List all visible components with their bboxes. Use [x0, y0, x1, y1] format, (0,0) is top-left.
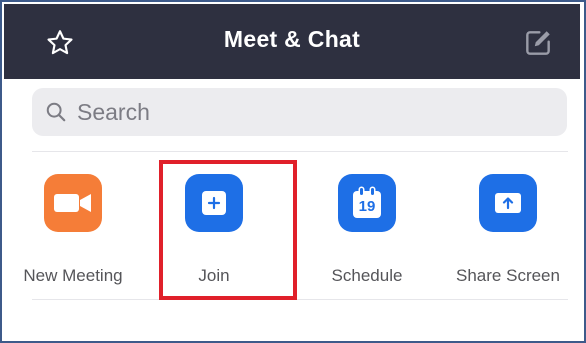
header-bar: Meet & Chat: [4, 4, 580, 79]
app-frame: Meet & Chat New Meeting: [0, 0, 586, 343]
video-camera-icon: [54, 194, 91, 212]
compose-button[interactable]: [518, 23, 558, 63]
new-meeting-tile: [44, 174, 102, 232]
compose-icon: [526, 31, 550, 55]
divider: [32, 299, 568, 300]
schedule-label: Schedule: [331, 266, 403, 285]
divider: [32, 151, 568, 152]
schedule-button[interactable]: 19 Schedule: [297, 174, 437, 294]
share-screen-label: Share Screen: [456, 266, 560, 285]
search-bar[interactable]: [32, 88, 567, 136]
schedule-tile: 19: [338, 174, 396, 232]
share-screen-icon: [495, 193, 521, 213]
search-input[interactable]: [75, 97, 549, 127]
calendar-icon: 19: [353, 188, 381, 218]
share-screen-button[interactable]: Share Screen: [438, 174, 578, 294]
page-title: Meet & Chat: [223, 26, 361, 52]
new-meeting-label: New Meeting: [23, 266, 123, 285]
search-icon: [46, 102, 66, 122]
new-meeting-button[interactable]: New Meeting: [3, 174, 143, 294]
join-highlight-box: [159, 160, 297, 300]
calendar-day: 19: [358, 198, 376, 215]
share-screen-tile: [479, 174, 537, 232]
